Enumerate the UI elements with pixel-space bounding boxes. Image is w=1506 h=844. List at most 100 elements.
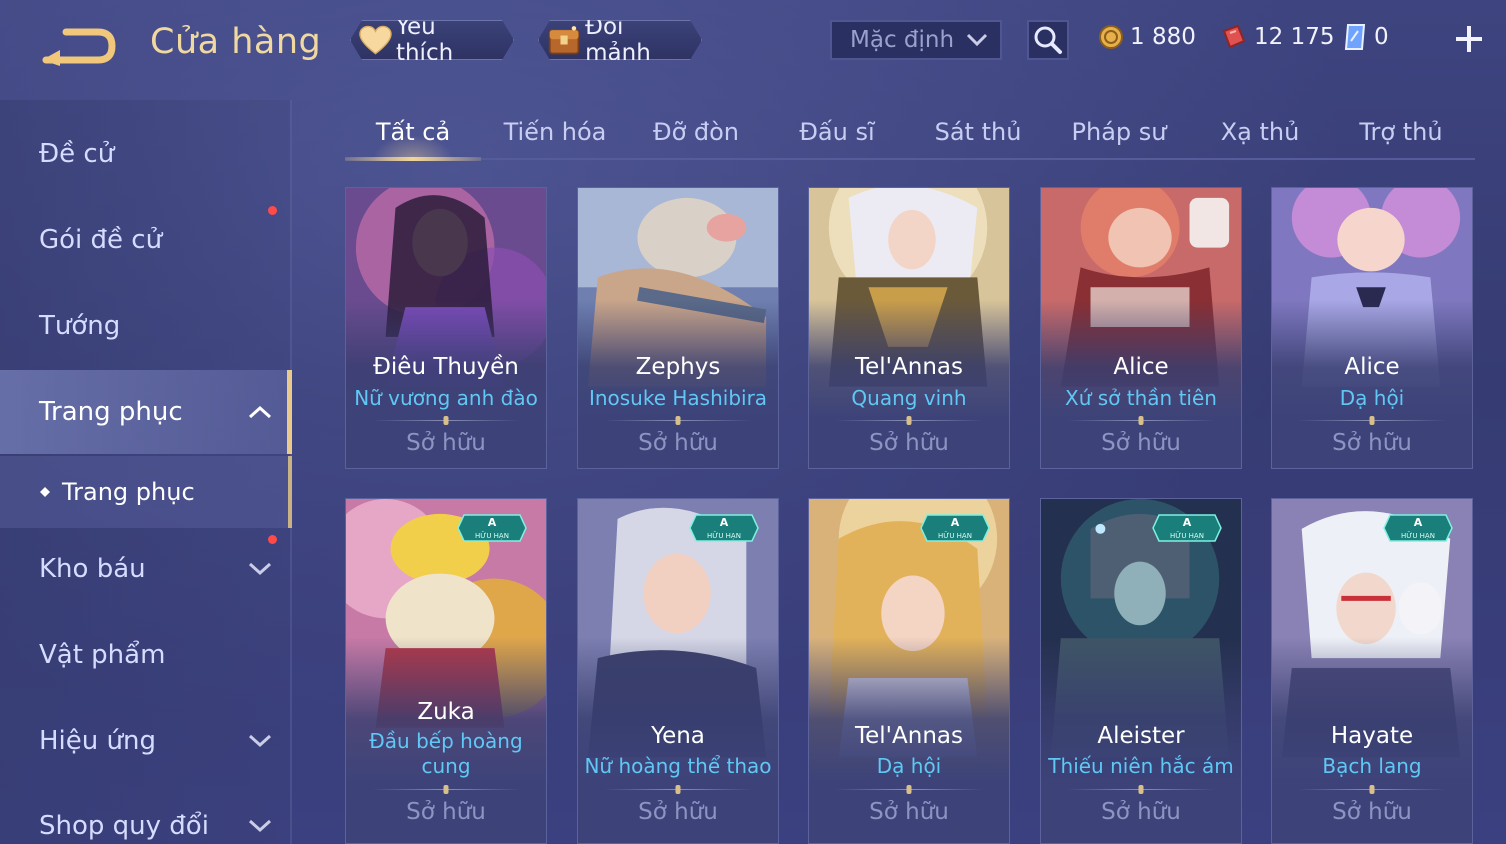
skin-name: Inosuke Hashibira	[588, 386, 768, 410]
plus-icon[interactable]	[1452, 22, 1486, 56]
notification-dot	[268, 206, 277, 215]
sidebar-item-label: Đề cử	[39, 139, 115, 169]
tab-marksman[interactable]: Xạ thủ	[1192, 106, 1328, 158]
skin-card[interactable]: Điêu Thuyền Nữ vương anh đào Sở hữu	[345, 187, 547, 469]
chevron-down-icon	[248, 734, 272, 748]
sidebar-item-bundles[interactable]: Gói đề cử	[0, 205, 292, 275]
skin-card[interactable]: A HỮU HẠN Hayate Bạch lang Sở hữu	[1271, 498, 1473, 844]
gold-coin-icon	[1099, 25, 1123, 49]
badge-text: HỮU HẠN	[1401, 531, 1435, 540]
diamond-balance: 0	[1342, 22, 1389, 52]
hero-name: Tel'Annas	[855, 354, 963, 380]
chevron-down-icon	[248, 819, 272, 833]
sidebar-item-treasure[interactable]: Kho báu	[0, 534, 292, 604]
skin-card[interactable]: Zephys Inosuke Hashibira Sở hữu	[577, 187, 779, 469]
skin-card[interactable]: Tel'Annas Quang vinh Sở hữu	[808, 187, 1010, 469]
sidebar-item-heroes[interactable]: Tướng	[0, 291, 292, 361]
badge-text: HỮU HẠN	[475, 531, 509, 540]
tab-support[interactable]: Trợ thủ	[1333, 106, 1469, 158]
badge-text: HỮU HẠN	[938, 531, 972, 540]
owned-status: Sở hữu	[1101, 799, 1181, 825]
sidebar-subitem-label: Trang phục	[62, 478, 195, 506]
tab-all[interactable]: Tất cả	[345, 106, 481, 161]
skin-card[interactable]: A HỮU HẠN Zuka Đầu bếp hoàng cung Sở hữu	[345, 498, 547, 844]
chevron-down-icon	[248, 562, 272, 576]
owned-status: Sở hữu	[1101, 430, 1181, 456]
heart-icon	[359, 25, 392, 55]
page-title: Cửa hàng	[150, 22, 322, 62]
owned-status: Sở hữu	[869, 799, 949, 825]
skin-card[interactable]: A HỮU HẠN Tel'Annas Dạ hội Sở hữu	[808, 498, 1010, 844]
exchange-fragments-button[interactable]: Đổi mảnh	[538, 20, 702, 60]
skin-card[interactable]: A HỮU HẠN Yena Nữ hoàng thể thao Sở hữu	[577, 498, 779, 844]
badge-grade: A	[488, 516, 497, 529]
tab-fighter[interactable]: Đấu sĩ	[769, 106, 905, 158]
sidebar-item-label: Hiệu ứng	[39, 726, 156, 756]
voucher-amount: 12 175	[1254, 24, 1335, 50]
card-divider	[372, 789, 520, 790]
sidebar-item-recommended[interactable]: Đề cử	[0, 119, 292, 189]
sidebar-subitem-skins[interactable]: Trang phục	[0, 456, 292, 528]
search-icon	[1034, 26, 1062, 54]
tab-mage[interactable]: Pháp sư	[1051, 106, 1187, 158]
hero-name: Tel'Annas	[855, 723, 963, 749]
badge-text: HỮU HẠN	[1170, 531, 1204, 540]
badge-text: HỮU HẠN	[707, 531, 741, 540]
card-divider	[1298, 789, 1446, 790]
sort-dropdown[interactable]: Mặc định	[830, 20, 1002, 60]
hero-name: Zephys	[635, 354, 721, 380]
skin-name: Nữ vương anh đào	[354, 386, 538, 410]
diamond-bullet-icon	[40, 487, 50, 497]
card-divider	[1298, 420, 1446, 421]
diamond-icon	[1344, 24, 1366, 50]
tab-assassin[interactable]: Sát thủ	[910, 106, 1046, 158]
skin-card[interactable]: A HỮU HẠN Aleister Thiếu niên hắc ám Sở …	[1040, 498, 1242, 844]
hero-name: Alice	[1344, 354, 1400, 380]
owned-status: Sở hữu	[638, 799, 718, 825]
owned-status: Sở hữu	[638, 430, 718, 456]
limited-badge-icon: A HỮU HẠN	[457, 514, 527, 542]
sidebar-item-exchange-shop[interactable]: Shop quy đổi	[0, 791, 292, 844]
skin-card[interactable]: Alice Xứ sở thần tiên Sở hữu	[1040, 187, 1242, 469]
skin-name: Đầu bếp hoàng cung	[369, 729, 523, 778]
limited-badge-icon: A HỮU HẠN	[1383, 514, 1453, 542]
favorite-button[interactable]: Yêu thích	[350, 20, 514, 60]
diamond-amount: 0	[1374, 24, 1389, 50]
skin-card[interactable]: Alice Dạ hội Sở hữu	[1271, 187, 1473, 469]
skin-name: Thiếu niên hắc ám	[1048, 754, 1234, 778]
skin-name: Quang vinh	[851, 386, 967, 410]
card-divider	[604, 420, 752, 421]
card-divider	[604, 789, 752, 790]
card-divider	[835, 789, 983, 790]
role-tabs: Tất cả Tiến hóa Đỡ đòn Đấu sĩ Sát thủ Ph…	[345, 106, 1475, 161]
hero-name: Điêu Thuyền	[373, 354, 519, 380]
skin-name: Dạ hội	[1339, 386, 1405, 410]
back-button[interactable]	[40, 22, 116, 66]
owned-status: Sở hữu	[1332, 430, 1412, 456]
red-voucher-icon	[1222, 24, 1246, 49]
hero-name: Yena	[651, 723, 705, 749]
sidebar-item-effects[interactable]: Hiệu ứng	[0, 706, 292, 776]
tab-tank[interactable]: Đỡ đòn	[628, 106, 764, 158]
chevron-up-icon	[248, 405, 272, 419]
sidebar-item-items[interactable]: Vật phẩm	[0, 620, 292, 690]
limited-badge-icon: A HỮU HẠN	[920, 514, 990, 542]
badge-grade: A	[1414, 516, 1423, 529]
voucher-balance: 12 175	[1220, 22, 1334, 52]
card-divider	[1067, 420, 1215, 421]
limited-badge-icon: A HỮU HẠN	[689, 514, 759, 542]
skin-name: Nữ hoàng thể thao	[584, 754, 772, 778]
sidebar-item-skins[interactable]: Trang phục	[0, 370, 292, 454]
skin-name: Xứ sở thần tiên	[1065, 386, 1217, 410]
card-divider	[1067, 789, 1215, 790]
tab-evolution[interactable]: Tiến hóa	[487, 106, 623, 158]
hero-name: Aleister	[1097, 723, 1185, 749]
skin-name: Dạ hội	[876, 754, 942, 778]
search-button[interactable]	[1027, 20, 1069, 60]
sidebar-item-label: Kho báu	[39, 554, 146, 584]
hero-name: Hayate	[1330, 723, 1414, 749]
owned-status: Sở hữu	[406, 430, 486, 456]
badge-grade: A	[1183, 516, 1192, 529]
sidebar-item-label: Trang phục	[39, 397, 183, 427]
limited-badge-icon: A HỮU HẠN	[1152, 514, 1222, 542]
